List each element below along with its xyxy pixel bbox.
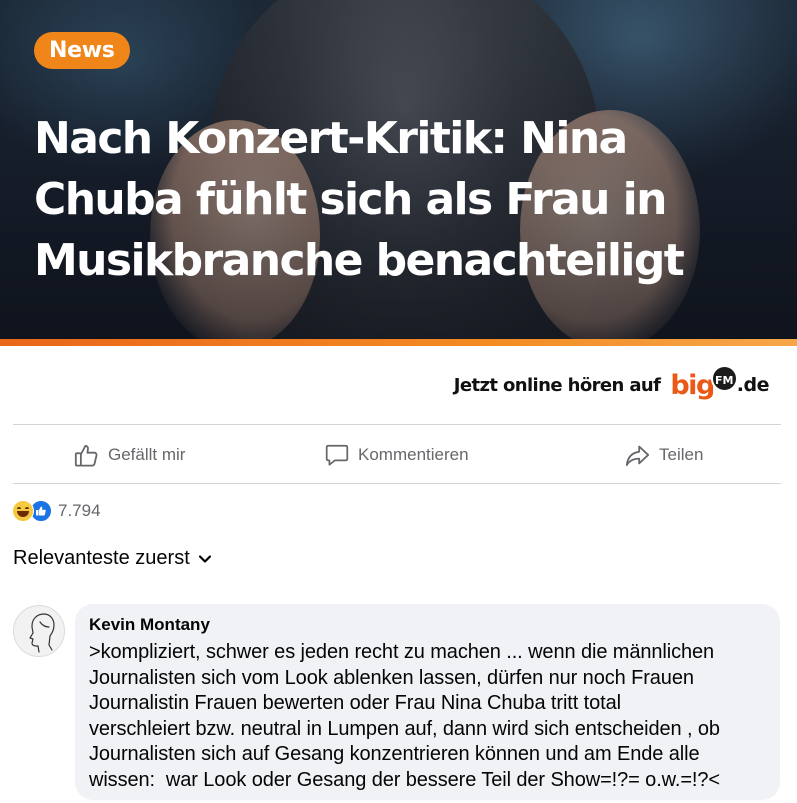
comment-bubble: Kevin Montany >kompliziert, schwer es je…	[75, 604, 780, 800]
post-action-bar: Gefällt mir Kommentieren Teilen	[0, 427, 797, 483]
comment-button[interactable]: Kommentieren	[324, 427, 469, 483]
bigfm-logo-fm: FM	[710, 364, 738, 392]
comment-sort-dropdown[interactable]: Relevanteste zuerst	[13, 547, 212, 570]
avatar[interactable]	[13, 605, 65, 657]
divider-bottom	[13, 483, 781, 484]
chevron-down-icon	[198, 547, 212, 570]
comment-button-label: Kommentieren	[358, 445, 469, 464]
share-button[interactable]: Teilen	[624, 427, 703, 483]
post-headline: Nach Konzert-Kritik: Nina Chuba fühlt si…	[34, 113, 685, 286]
like-button[interactable]: Gefällt mir	[73, 427, 185, 483]
comment-author[interactable]: Kevin Montany	[89, 614, 766, 636]
ad-text: Jetzt online hören auf	[453, 374, 661, 396]
divider-top	[13, 424, 781, 425]
news-badge: News	[34, 32, 130, 69]
ad-strip: Jetzt online hören auf big FM .de	[0, 346, 797, 424]
bigfm-logo-big: big	[670, 369, 715, 401]
like-button-label: Gefällt mir	[108, 445, 186, 464]
bigfm-logo-de: .de	[736, 374, 770, 396]
reactions-summary[interactable]: 7.794	[12, 498, 101, 524]
post-image[interactable]: News Nach Konzert-Kritik: Nina Chuba füh…	[0, 0, 797, 346]
orange-accent-line	[0, 339, 797, 346]
share-arrow-icon	[624, 442, 651, 469]
thumbs-up-icon	[73, 442, 100, 469]
comment-icon	[324, 442, 350, 468]
bigfm-logo: big FM .de	[670, 364, 770, 401]
share-button-label: Teilen	[659, 445, 704, 464]
haha-reaction-icon	[12, 500, 34, 522]
comment-text: >kompliziert, schwer es jeden recht zu m…	[89, 641, 720, 791]
reaction-count: 7.794	[58, 501, 101, 520]
comment-sort-label: Relevanteste zuerst	[13, 547, 190, 569]
